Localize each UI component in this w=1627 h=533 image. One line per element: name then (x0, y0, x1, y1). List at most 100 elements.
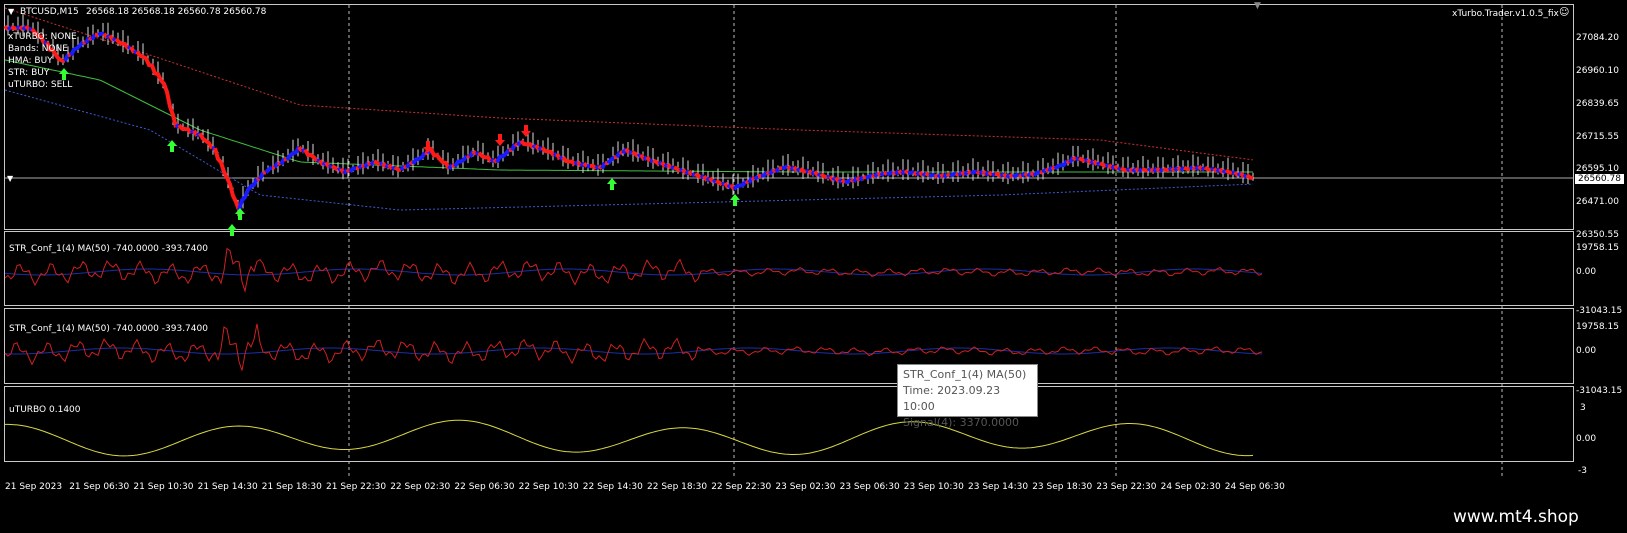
trend-segment (753, 174, 760, 181)
price-label: 26595.10 (1576, 164, 1619, 174)
trend-segment (387, 163, 394, 171)
tooltip-line-3: Signal(4): 3370.0000 (903, 416, 1020, 429)
sell-arrow-icon (521, 125, 531, 137)
trend-segment (297, 145, 304, 153)
trend-segment (90, 33, 97, 41)
trend-segment (732, 179, 748, 191)
trend-segment (907, 170, 915, 176)
time-axis-label: 23 Sep 18:30 (1032, 482, 1093, 492)
trend-segment (649, 158, 654, 164)
trend-segment (1113, 164, 1120, 172)
time-axis-label: 24 Sep 02:30 (1160, 482, 1221, 492)
trend-segment (477, 151, 493, 163)
trend-segment (924, 171, 931, 178)
trend-segment (1183, 165, 1191, 172)
status-uturbo: uTURBO: SELL (8, 80, 73, 90)
trend-segment (129, 46, 136, 54)
trend-segment (447, 163, 454, 171)
trend-segment (328, 164, 333, 169)
trend-segment (1245, 173, 1254, 180)
uturbo-line (5, 419, 1254, 457)
trend-segment (687, 169, 694, 177)
time-axis-label: 23 Sep 14:30 (968, 482, 1029, 492)
chart-drawing-layer (3, 5, 1573, 478)
trend-segment (928, 172, 936, 178)
buy-arrow-icon (607, 178, 617, 190)
trend-segment (624, 147, 631, 154)
time-axis-label: 21 Sep 14:30 (197, 482, 258, 492)
str-conf-1-scale-mid: 0.00 (1576, 267, 1597, 277)
str-conf-2-scale-top: 19758.15 (1576, 322, 1619, 332)
trend-segment (840, 178, 847, 185)
trend-segment (670, 165, 675, 171)
upper-band-line (4, 7, 1254, 161)
buy-arrow-icon (235, 208, 245, 220)
price-label: 26839.65 (1576, 99, 1619, 109)
symbol-label: BTCUSD,M15 (20, 7, 79, 17)
trend-segment (411, 151, 427, 166)
time-axis-label: 21 Sep 22:30 (326, 482, 387, 492)
data-tooltip: STR_Conf_1(4) MA(50) Time: 2023.09.23 10… (897, 364, 1038, 429)
trend-segment (582, 161, 589, 168)
trend-segment (198, 132, 214, 150)
price-label: 26350.55 (1576, 230, 1619, 240)
trend-segment (1032, 170, 1041, 177)
time-axis-label: 21 Sep 10:30 (133, 482, 194, 492)
uturbo-scale-top: 3 (1580, 403, 1586, 413)
trend-segment (324, 161, 331, 169)
status-str: STR: BUY (8, 68, 50, 78)
smiley-icon: ☺ (1559, 7, 1570, 18)
time-axis-label: 23 Sep 22:30 (1096, 482, 1157, 492)
trend-segment (213, 147, 241, 211)
trend-segment (1092, 159, 1099, 166)
trend-segment (645, 155, 652, 163)
trend-segment (715, 179, 724, 187)
str-conf-2-scale-mid: 0.00 (1576, 346, 1597, 356)
trend-segment (429, 148, 451, 170)
trend-segment (760, 170, 769, 178)
price-label: 26715.55 (1576, 132, 1619, 142)
trend-segment (673, 165, 682, 173)
trend-segment (1162, 166, 1170, 173)
uturbo-title: uTURBO 0.1400 (9, 405, 81, 415)
price-label: 27084.20 (1576, 33, 1619, 43)
trend-segment (348, 166, 357, 174)
trend-segment (24, 24, 31, 31)
str-conf-1-signal-line (4, 247, 1263, 293)
indicator-title: xTurbo.Trader.v1.0.5_fix (1452, 9, 1559, 19)
time-axis-label: 21 Sep 18:30 (261, 482, 322, 492)
time-axis-label: 21 Sep 2023 (5, 482, 63, 492)
chart-menu-icon[interactable]: ▼ (8, 7, 14, 16)
str-conf-1-scale-top: 19758.15 (1576, 243, 1619, 253)
status-xturbo: xTURBO: NONE (8, 32, 77, 42)
trend-segment (798, 167, 807, 174)
time-axis-label: 23 Sep 10:30 (903, 482, 964, 492)
trend-segment (1203, 165, 1212, 172)
time-axis-label: 23 Sep 02:30 (775, 482, 836, 492)
time-axis-label: 24 Sep 06:30 (1224, 482, 1285, 492)
time-axis-label: 22 Sep 10:30 (518, 482, 579, 492)
time-axis-label: 22 Sep 02:30 (390, 482, 451, 492)
trend-segment (1224, 168, 1233, 175)
time-axis-label: 21 Sep 06:30 (69, 482, 130, 492)
trend-segment (600, 161, 607, 170)
buy-arrow-icon (227, 224, 237, 236)
trend-segment (177, 123, 193, 135)
tooltip-line-2: Time: 2023.09.23 10:00 (903, 384, 1001, 413)
str-conf-2-title: STR_Conf_1(4) MA(50) -740.0000 -393.7400 (9, 324, 208, 334)
status-hma: HMA: BUY (8, 56, 53, 66)
current-price-arrow-icon: ▼ (7, 174, 14, 183)
time-axis-label: 22 Sep 14:30 (582, 482, 643, 492)
trend-segment (991, 172, 996, 177)
price-label: 26471.00 (1576, 197, 1619, 207)
time-axis-label: 22 Sep 22:30 (711, 482, 772, 492)
trend-segment (1011, 172, 1020, 179)
trend-segment (6, 25, 13, 32)
shift-marker-icon[interactable]: ▼ (1254, 1, 1261, 11)
trend-segment (666, 163, 673, 170)
trend-segment (903, 168, 910, 175)
sell-arrow-icon (495, 134, 505, 146)
watermark: www.mt4.shop (1453, 507, 1579, 527)
trend-segment (774, 166, 781, 174)
time-axis-label: 22 Sep 06:30 (454, 482, 515, 492)
